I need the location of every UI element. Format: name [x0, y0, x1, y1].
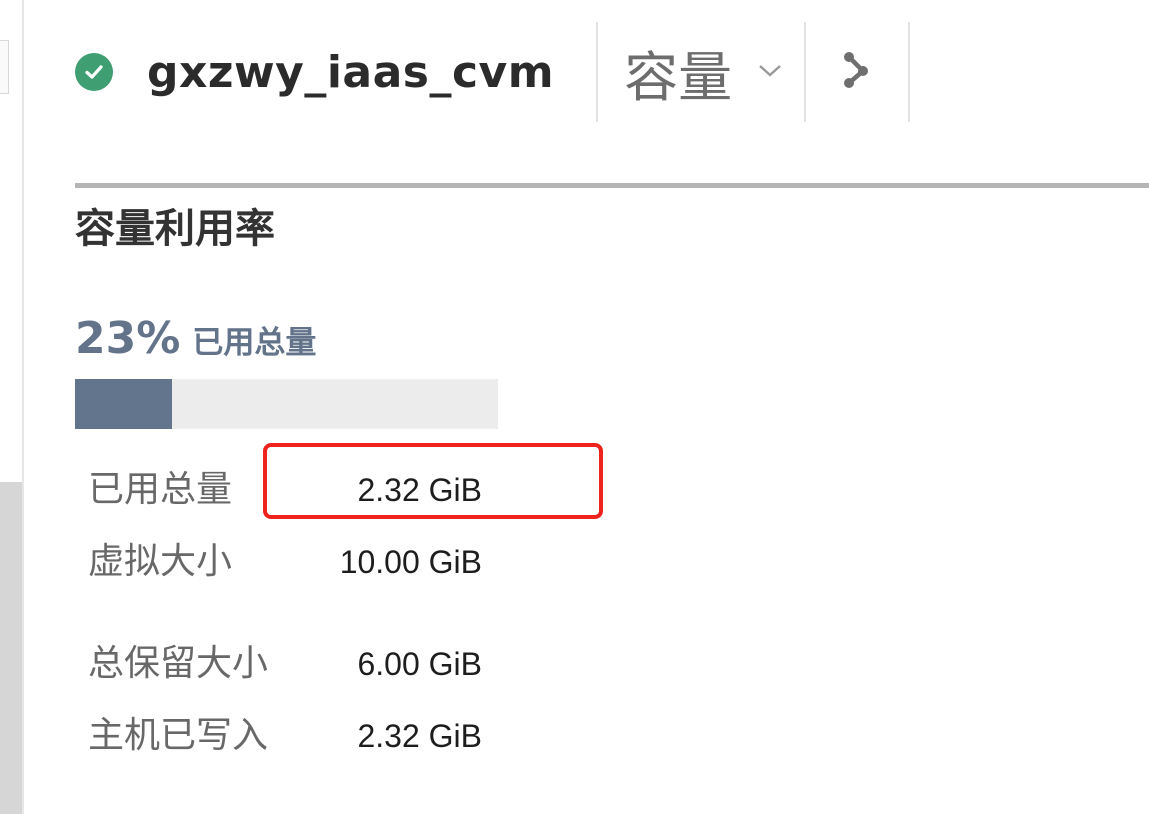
stat-label: 已用总量 [88, 469, 233, 510]
chevron-down-icon [758, 63, 782, 82]
stat-label: 主机已写入 [88, 715, 269, 756]
left-panel-box [0, 40, 9, 94]
usage-progress-fill [75, 379, 173, 429]
stat-value: 6.00 GiB [357, 646, 482, 682]
stat-row: 虚拟大小 10.00 GiB [88, 537, 482, 587]
capacity-panel: gxzwy_iaas_cvm 容量 容量利用率 23% 已用总量 已用总量 2.… [0, 0, 1149, 814]
section-divider [75, 183, 1149, 188]
highlight-box [263, 443, 603, 519]
used-percent: 23% [75, 313, 181, 364]
view-selector-label: 容量 [624, 45, 733, 109]
view-selector[interactable]: 容量 [598, 22, 804, 122]
stat-value: 10.00 GiB [339, 544, 482, 580]
share-icon [841, 49, 873, 95]
share-button[interactable] [806, 22, 908, 122]
left-panel-edge [0, 0, 24, 814]
stat-row: 总保留大小 6.00 GiB [88, 639, 482, 689]
used-percent-label: 已用总量 [192, 325, 317, 361]
stat-label: 总保留大小 [88, 643, 269, 684]
scrollbar[interactable] [0, 482, 22, 814]
usage-progress-bar [75, 379, 498, 429]
section-title: 容量利用率 [75, 206, 275, 252]
vm-title: gxzwy_iaas_cvm [147, 46, 555, 98]
usage-summary: 23% 已用总量 [75, 313, 316, 364]
check-circle-icon [75, 53, 113, 91]
divider [908, 22, 911, 122]
stat-value: 2.32 GiB [357, 718, 482, 754]
stat-row: 主机已写入 2.32 GiB [88, 711, 482, 761]
stat-label: 虚拟大小 [88, 541, 233, 582]
header: gxzwy_iaas_cvm 容量 [75, 22, 911, 122]
